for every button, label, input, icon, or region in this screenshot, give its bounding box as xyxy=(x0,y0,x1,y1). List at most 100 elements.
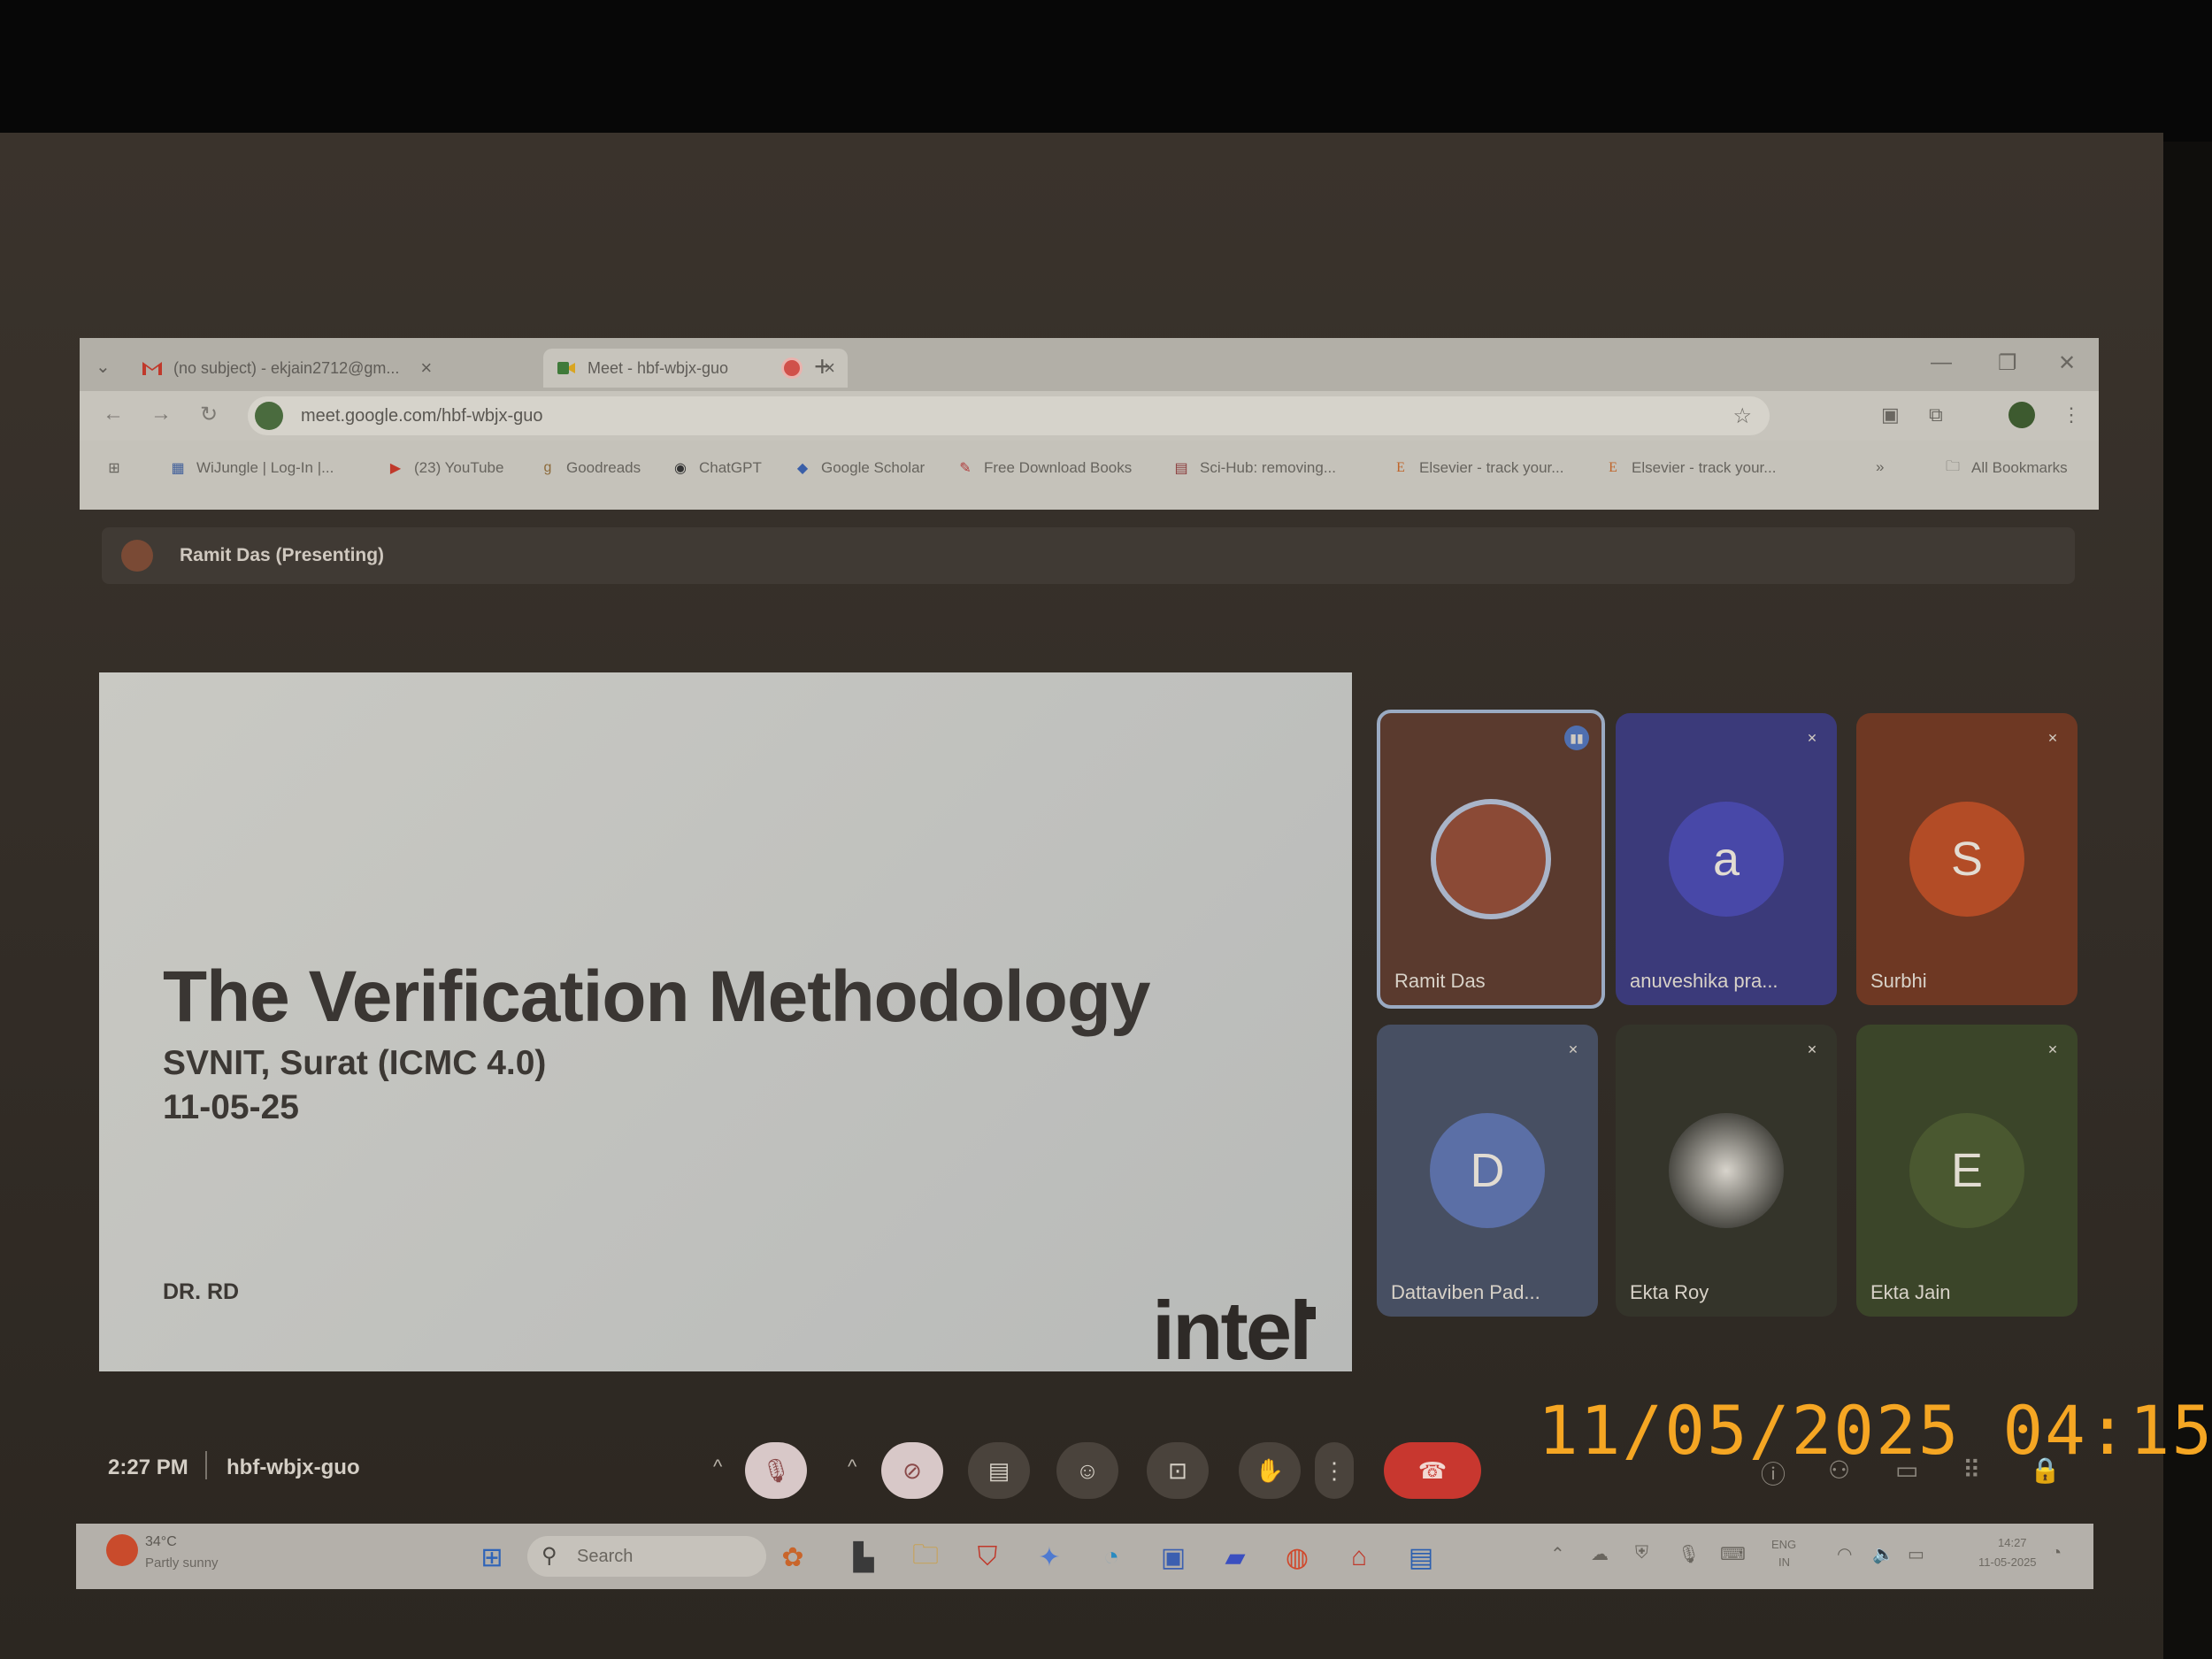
present-button[interactable]: ⊡ xyxy=(1147,1442,1209,1499)
minimize-icon[interactable]: — xyxy=(1931,350,1952,375)
mic-off-icon: 🎙 xyxy=(761,1456,791,1484)
participant-tile-ekta-jain[interactable]: ✕ E Ekta Jain xyxy=(1856,1025,2078,1317)
avatar: a xyxy=(1669,802,1784,917)
participant-tile-ramit[interactable]: ▮▮ Ramit Das xyxy=(1377,710,1605,1009)
slide-author: DR. RD xyxy=(163,1279,240,1304)
bookmark-scholar[interactable]: ◆ Google Scholar xyxy=(793,458,925,478)
avatar xyxy=(1431,799,1551,919)
weather-icon[interactable] xyxy=(106,1534,138,1566)
volume-icon[interactable]: 🔈 xyxy=(1872,1543,1894,1565)
avatar: E xyxy=(1909,1113,2024,1228)
presenting-bar: Ramit Das (Presenting) xyxy=(102,527,2075,584)
extension-icon[interactable]: ▣ xyxy=(1881,403,1900,426)
wifi-icon[interactable]: ◠ xyxy=(1837,1543,1852,1565)
address-bar: ← → ↻ meet.google.com/hbf-wbjx-guo ☆ ▣ ⧉… xyxy=(80,391,2099,441)
more-icon: ⋮ xyxy=(1323,1456,1346,1484)
notification-icon[interactable]: ◔ xyxy=(2051,1543,2062,1563)
books-icon: ✎ xyxy=(959,461,972,476)
tab-label: (no subject) - ekjain2712@gm... xyxy=(173,358,400,377)
restore-icon[interactable]: ❐ xyxy=(1998,350,2017,376)
cloud-icon[interactable]: ☁ xyxy=(1591,1543,1609,1565)
bookmark-elsevier-1[interactable]: E Elsevier - track your... xyxy=(1391,458,1563,478)
task-view-icon[interactable]: ▙ xyxy=(846,1540,881,1575)
tab-search-chevron-icon[interactable]: ⌄ xyxy=(96,356,111,378)
back-icon[interactable]: ← xyxy=(103,402,124,426)
bookmark-goodreads[interactable]: g Goodreads xyxy=(538,458,641,478)
tab-meet[interactable]: Meet - hbf-wbjx-guo × xyxy=(543,349,848,388)
reactions-button[interactable]: ☺ xyxy=(1056,1442,1118,1499)
site-info-icon[interactable] xyxy=(255,402,283,430)
slide-date: 11-05-25 xyxy=(163,1088,299,1126)
mic-toggle-button[interactable]: 🎙 xyxy=(745,1442,807,1499)
search-placeholder: Search xyxy=(577,1547,634,1566)
weather-desc: Partly sunny xyxy=(145,1555,219,1571)
tab-strip: ⌄ (no subject) - ekjain2712@gm... × Meet… xyxy=(80,338,2099,391)
language-bottom: IN xyxy=(1778,1555,1790,1569)
battery-icon[interactable]: ▭ xyxy=(1908,1543,1924,1565)
microphone-icon[interactable]: 🎙 xyxy=(1678,1543,1700,1565)
tab-gmail[interactable]: (no subject) - ekjain2712@gm... × xyxy=(142,349,432,388)
avatar xyxy=(1669,1113,1784,1228)
camera-off-icon: ⊘ xyxy=(902,1456,922,1484)
taskbar-search[interactable]: ⚲ Search xyxy=(527,1536,766,1577)
widgets-icon[interactable]: ✿ xyxy=(775,1540,810,1575)
bookmark-scihub[interactable]: ▤ Sci-Hub: removing... xyxy=(1171,458,1336,478)
menu-dots-icon[interactable]: ⋮ xyxy=(2062,403,2081,426)
tray-chevron-icon[interactable]: ⌃ xyxy=(1550,1543,1565,1565)
more-options-button[interactable]: ⋮ xyxy=(1315,1442,1354,1499)
bookmark-books[interactable]: ✎ Free Download Books xyxy=(956,458,1132,478)
participant-tile-ekta-roy[interactable]: ✕ Ekta Roy xyxy=(1616,1025,1837,1317)
camera-toggle-button[interactable]: ⊘ xyxy=(881,1442,943,1499)
word-icon[interactable]: ▤ xyxy=(1403,1540,1439,1575)
reload-icon[interactable]: ↻ xyxy=(200,402,218,427)
captions-icon: ▤ xyxy=(987,1456,1010,1484)
acrobat-icon[interactable]: ⌂ xyxy=(1341,1540,1377,1575)
all-bookmarks[interactable]: 🗀 All Bookmarks xyxy=(1943,458,2068,478)
meet-icon xyxy=(556,357,577,379)
new-tab-icon[interactable]: + xyxy=(814,350,831,383)
participant-name: Surbhi xyxy=(1870,970,1927,992)
mcafee-icon[interactable]: ⛉ xyxy=(970,1540,1005,1575)
leave-call-button[interactable]: ☎ xyxy=(1384,1442,1481,1499)
bookmark-star-icon[interactable]: ☆ xyxy=(1732,403,1752,429)
elsevier-icon: E xyxy=(1609,460,1617,475)
video-options-chevron-icon[interactable]: ^ xyxy=(848,1455,856,1479)
bookmark-chatgpt[interactable]: ◉ ChatGPT xyxy=(671,458,762,478)
apps-grid-icon[interactable]: ⊞ xyxy=(104,458,133,478)
forward-icon[interactable]: → xyxy=(150,402,172,426)
audio-options-chevron-icon[interactable]: ^ xyxy=(713,1455,722,1479)
store-icon[interactable]: ▣ xyxy=(1156,1540,1191,1575)
weather-temp: 34°C xyxy=(145,1534,177,1549)
puzzle-icon[interactable]: ⧉ xyxy=(1929,403,1943,426)
file-explorer-icon[interactable]: 🗀 xyxy=(908,1540,943,1575)
mic-muted-icon: ✕ xyxy=(1568,1041,1578,1056)
security-icon[interactable]: ⛨ xyxy=(1635,1543,1648,1563)
url-field[interactable]: meet.google.com/hbf-wbjx-guo ☆ xyxy=(248,396,1770,435)
mic-muted-icon: ✕ xyxy=(2047,1041,2058,1056)
bookmark-wijungle[interactable]: ▦ WiJungle | Log-In |... xyxy=(168,458,334,478)
edge-icon[interactable]: ◔ xyxy=(1094,1540,1129,1575)
copilot-icon[interactable]: ✦ xyxy=(1032,1540,1067,1575)
chrome-icon[interactable]: ◍ xyxy=(1279,1540,1315,1575)
raise-hand-button[interactable]: ✋ xyxy=(1239,1442,1301,1499)
more-bookmarks-icon[interactable]: » xyxy=(1876,458,1884,476)
windows-start-icon[interactable]: ⊞ xyxy=(474,1540,510,1575)
profile-avatar[interactable] xyxy=(2008,402,2035,428)
meeting-time: 2:27 PM xyxy=(108,1455,188,1479)
participant-tile-anuveshika[interactable]: ✕ a anuveshika pra... xyxy=(1616,713,1837,1005)
mic-muted-icon: ✕ xyxy=(1807,730,1817,745)
close-window-icon[interactable]: ✕ xyxy=(2058,350,2076,376)
bookmark-elsevier-2[interactable]: E Elsevier - track your... xyxy=(1603,458,1776,478)
participant-tile-dattaviben[interactable]: ✕ D Dattaviben Pad... xyxy=(1377,1025,1598,1317)
end-call-icon: ☎ xyxy=(1417,1456,1448,1484)
recording-icon xyxy=(781,357,803,379)
close-tab-icon[interactable]: × xyxy=(420,357,432,380)
bookmark-youtube[interactable]: ▶ (23) YouTube xyxy=(386,458,504,478)
participant-tile-surbhi[interactable]: ✕ S Surbhi xyxy=(1856,713,2078,1005)
captions-button[interactable]: ▤ xyxy=(968,1442,1030,1499)
raise-hand-icon: ✋ xyxy=(1255,1456,1285,1484)
app-icon[interactable]: ▰ xyxy=(1217,1540,1253,1575)
participant-name: Dattaviben Pad... xyxy=(1391,1281,1540,1303)
folder-icon: 🗀 xyxy=(1945,458,1960,474)
keyboard-icon[interactable]: ⌨ xyxy=(1720,1543,1746,1565)
